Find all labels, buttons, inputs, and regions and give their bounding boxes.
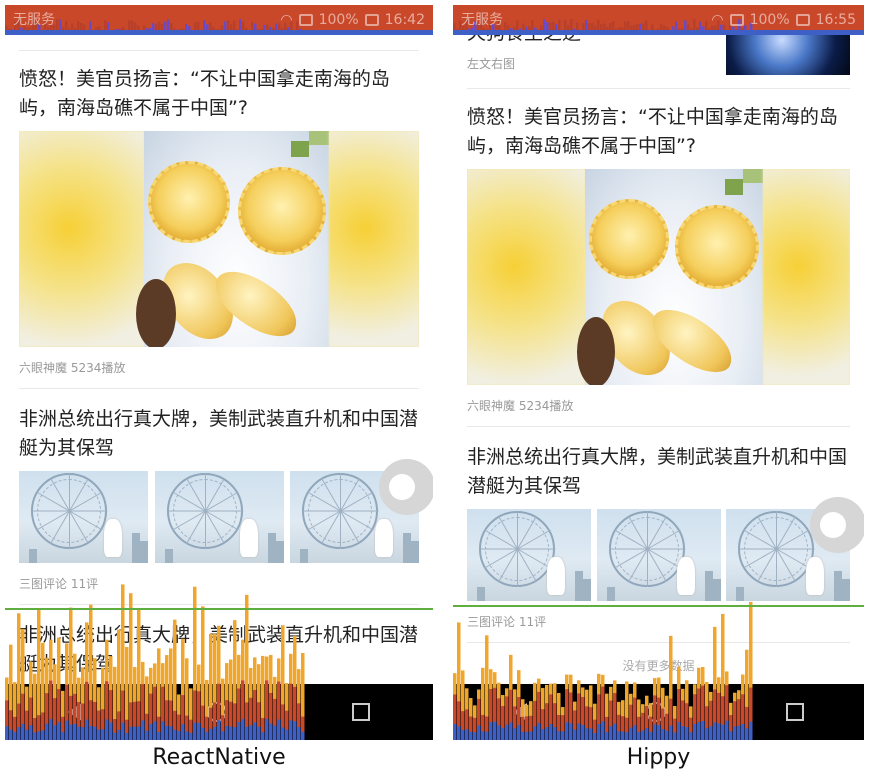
sim-icon [298,14,313,26]
wifi-icon: ◠ [711,12,724,28]
battery-icon [364,14,379,26]
three-image-row[interactable] [19,471,419,563]
perf-overlay-bars [453,601,753,740]
status-bar: 无服务 ◠ 100% 16:55 [453,5,864,35]
clock-label: 16:42 [384,12,425,28]
carrier-label: 无服务 [13,12,55,28]
thumbnail-image[interactable] [154,471,284,563]
caption-hippy: Hippy [626,745,691,770]
item-title: 愤怒！美官员扬言：“不让中国拿走南海的岛屿，南海岛礁不属于中国”? [19,68,390,119]
video-thumbnail[interactable] [19,131,419,347]
sim-icon [729,14,744,26]
item-title: 非洲总统出行真大牌，美制武装直升机和中国潜艇为其保驾 [467,446,848,497]
item-meta: 左文右图 [467,57,516,71]
frame-budget-line [453,605,864,607]
battery-icon [795,14,810,26]
floating-action-button[interactable] [379,459,433,515]
list-item[interactable]: 愤怒！美官员扬言：“不让中国拿走南海的岛屿，南海岛礁不属于中国”? 六眼神魔 5… [19,51,419,389]
frame-budget-line [5,608,433,610]
status-bar: 无服务 ◠ 100% 16:42 [5,5,433,35]
hippy-screen: 无服务 ◠ 100% 16:55 天狗食生之逆 左文右图 愤怒！美官员扬言：“不… [453,5,864,740]
recent-apps-icon[interactable] [786,703,805,721]
floating-action-button[interactable] [810,497,864,553]
item-meta: 六眼神魔 5234播放 [467,399,574,413]
carrier-label: 无服务 [461,12,503,28]
item-meta: 六眼神魔 5234播放 [19,361,126,375]
battery-label: 100% [749,12,790,28]
item-title: 愤怒！美官员扬言：“不让中国拿走南海的岛屿，南海岛礁不属于中国”? [467,106,838,157]
battery-label: 100% [318,12,359,28]
list-item[interactable]: 愤怒！美官员扬言：“不让中国拿走南海的岛屿，南海岛礁不属于中国”? 六眼神魔 5… [467,89,850,427]
recent-apps-icon[interactable] [352,703,371,721]
clock-label: 16:55 [815,12,856,28]
item-title: 非洲总统出行真大牌，美制武装直升机和中国潜艇为其保驾 [19,408,419,459]
react-native-screen: 无服务 ◠ 100% 16:42 愤怒！美官员扬言：“不让中国拿走南海的岛屿，南… [5,5,433,740]
thumbnail-image[interactable] [19,471,148,563]
wifi-icon: ◠ [280,12,293,28]
perf-overlay-bars [5,584,305,740]
caption-react-native: ReactNative [152,745,286,770]
video-thumbnail[interactable] [467,169,850,385]
